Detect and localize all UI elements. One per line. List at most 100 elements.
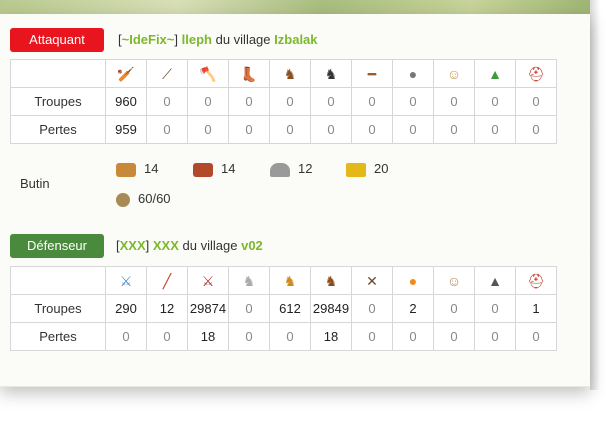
unit-count: 0 <box>515 115 557 144</box>
unit-count: 0 <box>228 294 270 323</box>
loot-value: 12 <box>298 161 313 176</box>
unit-count: 18 <box>187 322 229 351</box>
loot-bag-icon <box>116 192 130 207</box>
attacker-alliance-link[interactable]: ~IdeFix~ <box>122 32 175 47</box>
loot-capacity-value: 60/60 <box>138 191 171 206</box>
defender-alliance-link[interactable]: XXX <box>120 238 146 253</box>
settler-icon: ▲ <box>488 272 502 289</box>
unit-count: 0 <box>474 322 516 351</box>
attacker-badge: Attaquant <box>10 28 104 52</box>
unit-count: 0 <box>433 87 475 116</box>
attacker-units-table: 🏏 ⟋ 🪓 👢 ♞ ♞ ━ ● ☺ ▲ ⛑ Troupes 960 0 0 0 … <box>10 59 557 144</box>
loot-iron: 12 <box>270 161 312 177</box>
orange-horse-icon: ♞ <box>283 272 297 289</box>
unit-count: 0 <box>269 87 311 116</box>
empty-header-cell <box>10 266 106 295</box>
loot-capacity: 60/60 <box>116 191 171 207</box>
defender-village-link[interactable]: v02 <box>241 238 263 253</box>
loot-crop: 20 <box>346 161 388 177</box>
unit-count: 959 <box>105 115 147 144</box>
chief-icon: ☺ <box>446 65 462 82</box>
bracket-close: ] <box>174 32 178 47</box>
wood-icon <box>116 162 136 177</box>
spear-icon: ⟋ <box>162 65 172 82</box>
settler-hat-icon: ▲ <box>488 65 502 82</box>
unit-count: 29849 <box>310 294 352 323</box>
loot-value: 20 <box>374 161 389 176</box>
row-label: Pertes <box>10 115 106 144</box>
losses-row: Pertes 959 0 0 0 0 0 0 0 0 0 0 <box>10 115 557 144</box>
unit-count: 960 <box>105 87 147 116</box>
troops-row: Troupes 290 12 29874 0 612 29849 0 2 0 0… <box>10 294 557 323</box>
fire-catapult-icon: ● <box>408 272 418 289</box>
troops-row: Troupes 960 0 0 0 0 0 0 0 0 0 0 <box>10 87 557 116</box>
unit-count: 0 <box>228 87 270 116</box>
unit-count: 0 <box>392 115 434 144</box>
defender-player-link[interactable]: XXX <box>153 238 179 253</box>
unit-count: 0 <box>146 322 188 351</box>
unit-count: 0 <box>228 322 270 351</box>
unit-count: 0 <box>310 115 352 144</box>
red-sword-icon: ⚔ <box>201 272 215 289</box>
village-prefix-text: du village <box>182 238 238 253</box>
unit-count: 0 <box>228 115 270 144</box>
loot-value: 14 <box>144 161 159 176</box>
unit-count: 0 <box>351 115 393 144</box>
crop-icon <box>346 162 366 177</box>
village-prefix-text: du village <box>215 32 271 47</box>
horse-icon: ♞ <box>283 65 297 82</box>
unit-icons-row: ⚔ ╱ ⚔ ♞ ♞ ♞ ✕ ● ☺ ▲ ⛑ <box>10 266 557 295</box>
losses-row: Pertes 0 0 18 0 0 18 0 0 0 0 0 <box>10 322 557 351</box>
attacker-player-link[interactable]: lleph <box>182 32 212 47</box>
attacker-village-link[interactable]: Izbalak <box>274 32 317 47</box>
hero-helmet-icon: ⛑ <box>527 65 545 82</box>
dark-horse-icon: ♞ <box>324 65 338 82</box>
row-label: Troupes <box>10 87 106 116</box>
iron-icon <box>270 162 290 177</box>
axe-icon: 🪓 <box>199 65 217 82</box>
unit-count: 0 <box>187 87 229 116</box>
loot-wood: 14 <box>116 161 158 177</box>
unit-count: 0 <box>433 115 475 144</box>
unit-count: 0 <box>146 115 188 144</box>
unit-count: 0 <box>392 322 434 351</box>
row-label: Troupes <box>10 294 106 323</box>
unit-count: 0 <box>515 322 557 351</box>
attacker-player-line: [~IdeFix~] lleph du village Izbalak <box>118 32 318 47</box>
unit-count: 0 <box>146 87 188 116</box>
bracket-close: ] <box>145 238 150 253</box>
brown-horse-icon: ♞ <box>324 272 338 289</box>
empty-header-cell <box>10 59 106 88</box>
panel-shadow <box>590 0 600 390</box>
unit-count: 0 <box>105 322 147 351</box>
unit-count: 1 <box>515 294 557 323</box>
unit-count: 18 <box>310 322 352 351</box>
unit-count: 12 <box>146 294 188 323</box>
unit-count: 0 <box>433 294 475 323</box>
unit-count: 0 <box>269 115 311 144</box>
unit-count: 0 <box>433 322 475 351</box>
unit-count: 0 <box>474 115 516 144</box>
club-icon: 🏏 <box>117 65 135 82</box>
unit-count: 2 <box>392 294 434 323</box>
unit-count: 0 <box>351 322 393 351</box>
unit-count: 0 <box>310 87 352 116</box>
ram-icon: ━ <box>367 65 377 82</box>
defender-units-table: ⚔ ╱ ⚔ ♞ ♞ ♞ ✕ ● ☺ ▲ ⛑ Troupes 290 12 298… <box>10 266 557 351</box>
unit-count: 290 <box>105 294 147 323</box>
unit-count: 0 <box>474 87 516 116</box>
blue-sword-icon: ⚔ <box>119 272 133 289</box>
clay-icon <box>193 162 213 177</box>
hero-helmet-icon: ⛑ <box>527 272 545 289</box>
loot-clay: 14 <box>193 161 235 177</box>
unit-count: 0 <box>351 87 393 116</box>
unit-count: 0 <box>269 322 311 351</box>
unit-count: 0 <box>474 294 516 323</box>
row-label: Pertes <box>10 322 106 351</box>
catapult-icon: ● <box>408 65 418 82</box>
unit-count: 0 <box>515 87 557 116</box>
defender-badge: Défenseur <box>10 234 104 258</box>
battering-icon: ✕ <box>366 272 378 289</box>
loot-label: Butin <box>20 176 50 191</box>
unit-count: 612 <box>269 294 311 323</box>
